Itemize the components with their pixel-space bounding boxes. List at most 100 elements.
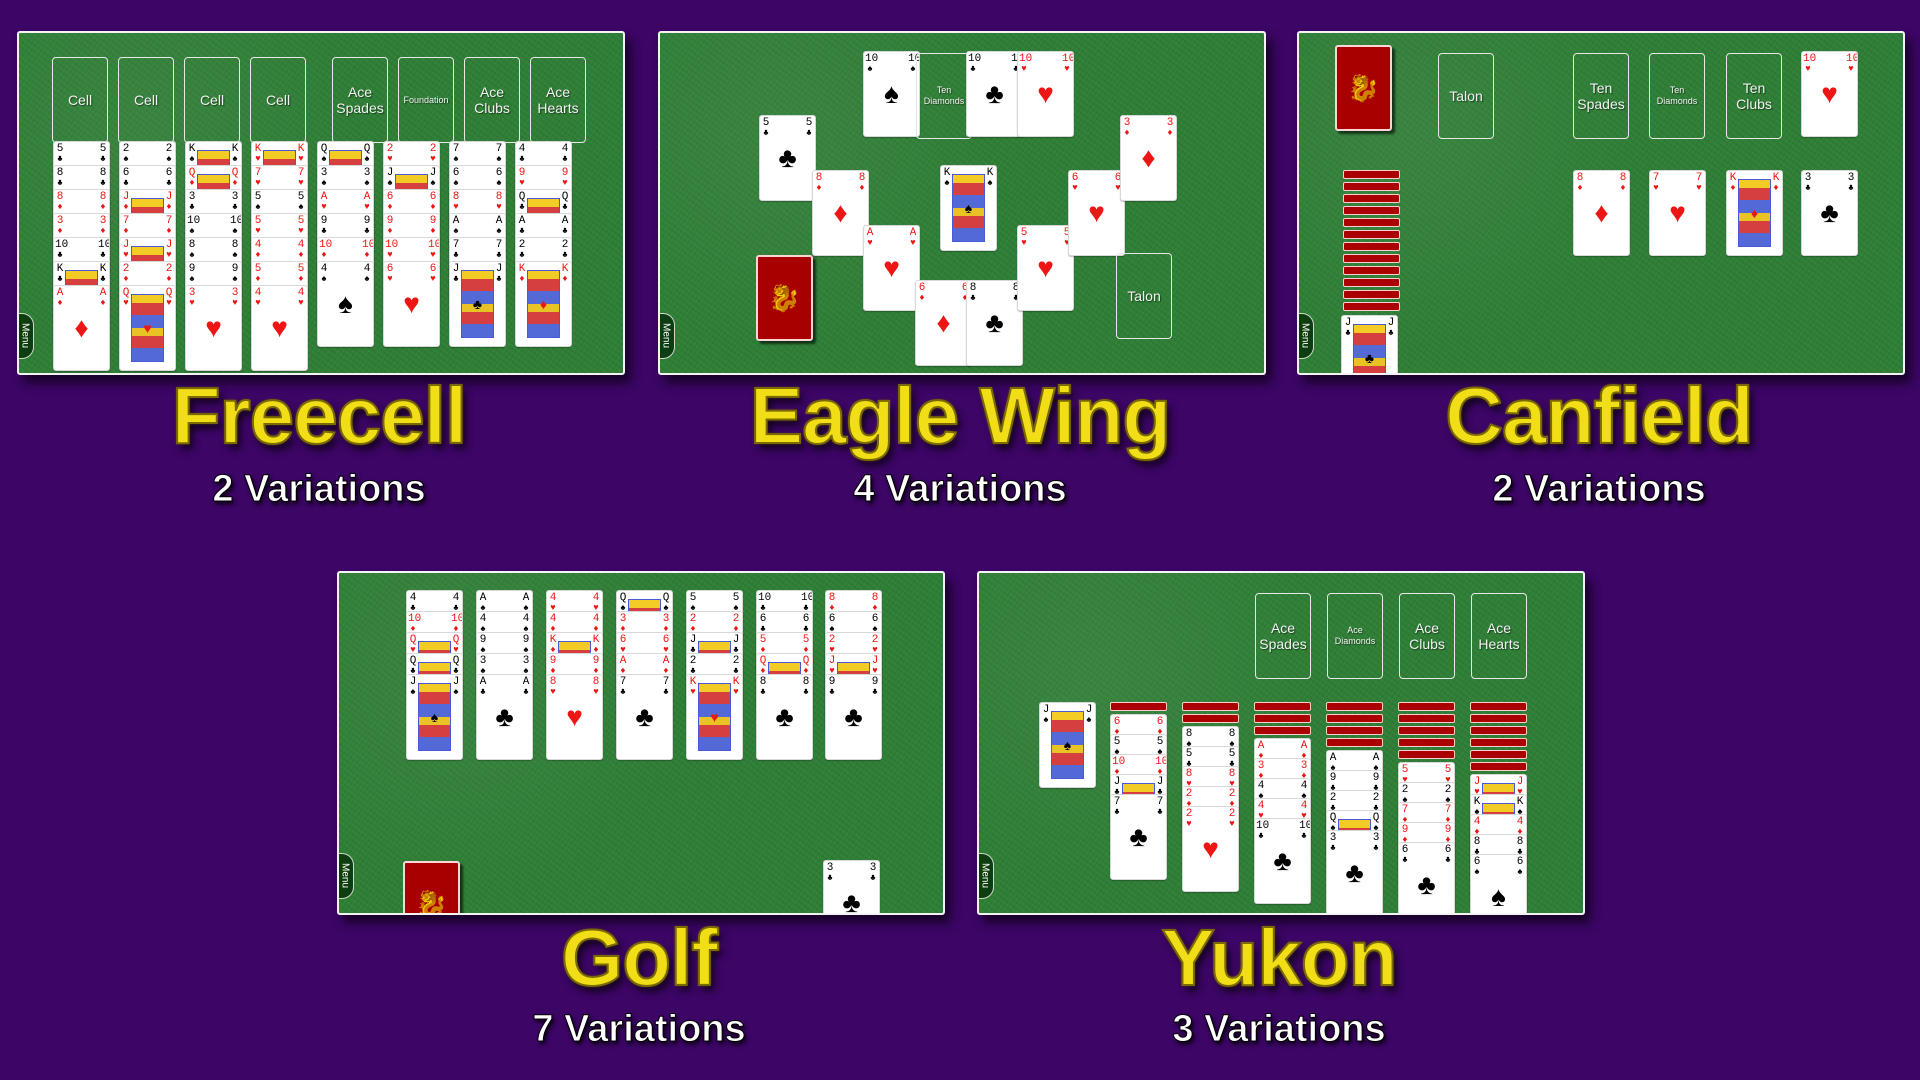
face-down-card <box>1470 762 1527 771</box>
yukon-title[interactable]: Yukon <box>977 912 1581 1004</box>
card-2-of-hearts[interactable]: 2♥2♥♥ <box>1182 806 1239 892</box>
card-k-of-hearts[interactable]: K♥K♥♥ <box>686 674 743 760</box>
card-8-of-diamonds[interactable]: 8♦8♦♦ <box>1573 170 1630 256</box>
face-down-card <box>1398 738 1455 747</box>
clubs-icon: ♣ <box>775 701 794 732</box>
hearts-icon: ♥ <box>1037 252 1054 283</box>
card-8-of-diamonds[interactable]: 8♦8♦♦ <box>812 170 869 256</box>
card-8-of-hearts[interactable]: 8♥8♥♥ <box>546 674 603 760</box>
card-5-of-hearts[interactable]: 5♥5♥♥ <box>1017 225 1074 311</box>
ace-spades-slot[interactable]: Ace Spades <box>1255 593 1311 679</box>
card-6-of-hearts[interactable]: 6♥6♥♥ <box>1068 170 1125 256</box>
menu-tab[interactable]: Menu <box>660 313 675 359</box>
card-9-of-clubs[interactable]: 9♣9♣♣ <box>825 674 882 760</box>
card-3-of-clubs[interactable]: 3♣3♣♣ <box>1326 830 1383 913</box>
face-down-card <box>1470 738 1527 747</box>
cell-slot[interactable]: Cell <box>118 57 174 143</box>
golf-title[interactable]: Golf <box>337 912 941 1004</box>
card-6-of-hearts[interactable]: 6♥6♥♥ <box>383 261 440 347</box>
card-3-of-clubs[interactable]: 3♣3♣♣ <box>1801 170 1858 256</box>
cell-slot[interactable]: Cell <box>184 57 240 143</box>
menu-tab[interactable]: Menu <box>339 853 354 899</box>
clubs-icon: ♣ <box>472 296 483 312</box>
ace-diamonds-slot[interactable]: Ace Diamonds <box>1327 593 1383 679</box>
spades-icon: ♠ <box>1063 737 1072 753</box>
eagle-wing-preview[interactable]: Menu 10♠10♠♠Ten Diamonds10♣10♣♣10♥10♥♥ 5♣… <box>658 31 1266 375</box>
ace-hearts-slot[interactable]: Ace Hearts <box>530 57 586 143</box>
ten-diamonds-slot[interactable]: Ten Diamonds <box>1649 53 1705 139</box>
card-a-of-diamonds[interactable]: A♦A♦♦ <box>53 285 110 371</box>
card-10-of-spades[interactable]: 10♠10♠♠ <box>863 51 920 137</box>
hearts-icon: ♥ <box>1037 78 1054 109</box>
card-k-of-diamonds[interactable]: K♦K♦♦ <box>1726 170 1783 256</box>
card-k-of-diamonds[interactable]: K♦K♦♦ <box>515 261 572 347</box>
card-4-of-hearts[interactable]: 4♥4♥♥ <box>251 285 308 371</box>
card-j-of-clubs[interactable]: J♣J♣♣ <box>449 261 506 347</box>
clubs-icon: ♣ <box>1129 821 1148 852</box>
yukon-preview[interactable]: Menu Ace Spades Ace Diamonds Ace Clubs Ace … <box>977 571 1585 915</box>
menu-tab[interactable]: Menu <box>19 313 34 359</box>
card-j-of-spades[interactable]: J♠J♠♠ <box>1039 702 1096 788</box>
card-6-of-clubs[interactable]: 6♣6♣♣ <box>1398 842 1455 913</box>
stock-pile[interactable]: 🐉 <box>756 255 813 341</box>
card-3-of-clubs[interactable]: 3♣3♣♣ <box>823 860 880 915</box>
card-5-of-clubs[interactable]: 5♣5♣♣ <box>759 115 816 201</box>
face-down-card <box>1254 702 1311 711</box>
ace-spades-slot[interactable]: Ace Spades <box>332 57 388 143</box>
card-7-of-hearts[interactable]: 7♥7♥♥ <box>1649 170 1706 256</box>
card-10-of-clubs[interactable]: 10♣10♣♣ <box>1254 818 1311 904</box>
freecell-preview[interactable]: Menu Cell Cell Cell Cell Ace Spades Foundatio… <box>17 31 625 375</box>
card-10-of-hearts[interactable]: 10♥10♥♥ <box>1801 51 1858 137</box>
card-6-of-diamonds[interactable]: 6♦6♦♦ <box>915 280 972 366</box>
ten-diamonds-slot[interactable]: Ten Diamonds <box>916 53 972 139</box>
card-7-of-clubs[interactable]: 7♣7♣♣ <box>1110 794 1167 880</box>
card-8-of-clubs[interactable]: 8♣8♣♣ <box>756 674 813 760</box>
card-j-of-spades[interactable]: J♠J♠♠ <box>406 674 463 760</box>
card-10-of-hearts[interactable]: 10♥10♥♥ <box>1017 51 1074 137</box>
card-6-of-spades[interactable]: 6♠6♠♠ <box>1470 854 1527 913</box>
canfield-preview[interactable]: Menu 🐉 Talon Ten Spades Ten Diamonds Ten Clu… <box>1297 31 1905 375</box>
card-j-of-clubs[interactable]: J♣J♣♣ <box>1341 315 1398 373</box>
stock-pile[interactable]: 🐉 <box>1335 45 1392 131</box>
cell-slot[interactable]: Cell <box>250 57 306 143</box>
face-down-card <box>1110 702 1167 711</box>
clubs-icon: ♣ <box>1417 869 1436 900</box>
card-a-of-clubs[interactable]: A♣A♣♣ <box>476 674 533 760</box>
spades-icon: ♠ <box>884 78 899 109</box>
face-down-card <box>1398 714 1455 723</box>
talon-slot[interactable]: Talon <box>1438 53 1494 139</box>
ten-clubs-slot[interactable]: Ten Clubs <box>1726 53 1782 139</box>
card-7-of-clubs[interactable]: 7♣7♣♣ <box>616 674 673 760</box>
hearts-icon: ♥ <box>205 312 222 343</box>
ten-spades-slot[interactable]: Ten Spades <box>1573 53 1629 139</box>
face-down-card <box>1343 290 1400 299</box>
eagle-wing-title[interactable]: Eagle Wing <box>658 370 1262 462</box>
clubs-icon: ♣ <box>495 701 514 732</box>
foundation-slot[interactable]: Foundation <box>398 57 454 143</box>
talon-slot[interactable]: Talon <box>1116 253 1172 339</box>
face-down-card <box>1343 242 1400 251</box>
canfield-title[interactable]: Canfield <box>1297 370 1901 462</box>
freecell-title[interactable]: Freecell <box>17 370 621 462</box>
card-q-of-hearts[interactable]: Q♥Q♥♥ <box>119 285 176 371</box>
ace-clubs-slot[interactable]: Ace Clubs <box>464 57 520 143</box>
stock-pile[interactable]: 🐉 <box>403 861 460 913</box>
card-k-of-spades[interactable]: K♠K♠♠ <box>940 165 997 251</box>
menu-tab[interactable]: Menu <box>979 853 994 899</box>
card-4-of-spades[interactable]: 4♠4♠♠ <box>317 261 374 347</box>
face-down-card <box>1343 170 1400 179</box>
card-3-of-diamonds[interactable]: 3♦3♦♦ <box>1120 115 1177 201</box>
card-3-of-hearts[interactable]: 3 ♥ 3 ♥ ♥ <box>185 285 242 371</box>
hearts-icon: ♥ <box>566 701 583 732</box>
ace-hearts-slot[interactable]: Ace Hearts <box>1471 593 1527 679</box>
golf-preview[interactable]: Menu 4♣4♣♣10♦10♦♦Q♥Q♥♥Q♣Q♣♣J♠J♠♠A♠A♠♠4♠4… <box>337 571 945 915</box>
clubs-icon: ♣ <box>842 887 861 915</box>
ace-clubs-slot[interactable]: Ace Clubs <box>1399 593 1455 679</box>
hearts-icon: ♥ <box>1669 197 1686 228</box>
card-a-of-hearts[interactable]: A♥A♥♥ <box>863 225 920 311</box>
cell-slot[interactable]: Cell <box>52 57 108 143</box>
face-down-card <box>1254 726 1311 735</box>
card-10-of-clubs[interactable]: 10♣10♣♣ <box>966 51 1023 137</box>
menu-tab[interactable]: Menu <box>1299 313 1314 359</box>
card-8-of-clubs[interactable]: 8♣8♣♣ <box>966 280 1023 366</box>
